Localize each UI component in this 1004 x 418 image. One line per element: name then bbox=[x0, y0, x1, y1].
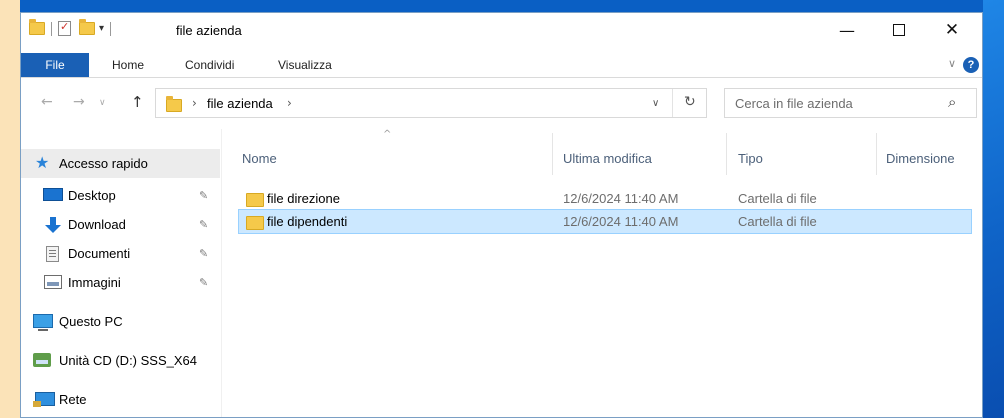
file-name: file dipendenti bbox=[267, 214, 348, 229]
address-bar[interactable]: › file azienda › ∨ ↻ bbox=[155, 88, 707, 118]
sidebar-item-label: Unità CD (D:) SSS_X64 bbox=[59, 353, 197, 368]
pc-icon bbox=[33, 314, 53, 331]
column-header-size[interactable]: Dimensione bbox=[886, 145, 955, 173]
column-header-modified[interactable]: Ultima modifica bbox=[563, 145, 652, 173]
ribbon-tabs: File Home Condividi Visualizza ∨ ? bbox=[21, 53, 982, 78]
back-arrow-icon[interactable]: ← bbox=[41, 94, 53, 110]
tab-share[interactable]: Condividi bbox=[185, 53, 234, 77]
file-list: ^ Nome Ultima modifica Tipo Dimensione f… bbox=[231, 129, 976, 417]
quick-access-toolbar: ▾ bbox=[29, 19, 117, 36]
maximize-icon bbox=[893, 24, 905, 36]
window-title: file azienda bbox=[176, 23, 242, 38]
address-dropdown-icon[interactable]: ∨ bbox=[652, 98, 659, 109]
sort-ascending-icon: ^ bbox=[383, 129, 392, 140]
sidebar-item-cd-drive[interactable]: Unità CD (D:) SSS_X64 bbox=[21, 346, 220, 375]
folder-icon bbox=[166, 96, 182, 112]
desktop-icon bbox=[43, 188, 63, 201]
address-separator bbox=[672, 89, 673, 117]
sidebar-item-documents[interactable]: Documenti ✎ bbox=[21, 239, 220, 268]
sidebar-item-label: Desktop bbox=[68, 188, 116, 203]
column-separator[interactable] bbox=[552, 133, 553, 175]
search-icon[interactable]: ⌕ bbox=[948, 93, 956, 111]
file-explorer-window: ▾ file azienda — ✕ File Home Condividi V… bbox=[20, 12, 983, 418]
breadcrumb-item[interactable]: file azienda bbox=[207, 96, 273, 111]
tab-home[interactable]: Home bbox=[112, 53, 144, 77]
sidebar-item-pictures[interactable]: Immagini ✎ bbox=[21, 268, 220, 297]
search-input[interactable] bbox=[725, 89, 950, 117]
network-icon bbox=[33, 392, 55, 407]
close-icon: ✕ bbox=[944, 20, 960, 40]
column-header-type[interactable]: Tipo bbox=[738, 145, 763, 173]
customize-toolbar-icon[interactable]: ▾ bbox=[99, 23, 104, 34]
cd-drive-icon bbox=[33, 353, 51, 367]
pin-icon: ✎ bbox=[199, 276, 209, 289]
search-box[interactable]: ⌕ bbox=[724, 88, 977, 118]
table-row[interactable]: file dipendenti 12/6/2024 11:40 AM Carte… bbox=[238, 209, 972, 234]
sidebar-item-label: Accesso rapido bbox=[59, 156, 148, 171]
tab-view[interactable]: Visualizza bbox=[278, 53, 332, 77]
help-icon[interactable]: ? bbox=[963, 57, 979, 73]
pin-icon: ✎ bbox=[199, 247, 209, 260]
file-name: file direzione bbox=[267, 191, 340, 206]
forward-arrow-icon[interactable]: → bbox=[73, 94, 85, 110]
column-separator[interactable] bbox=[876, 133, 877, 175]
sidebar-item-network[interactable]: Rete bbox=[21, 385, 220, 414]
file-modified: 12/6/2024 11:40 AM bbox=[563, 214, 679, 229]
sidebar-item-label: Immagini bbox=[68, 275, 121, 290]
pin-icon: ✎ bbox=[199, 189, 209, 202]
title-bar[interactable]: ▾ file azienda — ✕ bbox=[21, 13, 982, 47]
folder-icon bbox=[29, 19, 45, 35]
pictures-icon bbox=[44, 275, 62, 289]
sidebar-item-label: Download bbox=[68, 217, 126, 232]
star-icon: ★ bbox=[35, 153, 50, 172]
desktop-background-left bbox=[0, 0, 20, 418]
tab-file[interactable]: File bbox=[21, 53, 89, 77]
sidebar-item-download[interactable]: Download ✎ bbox=[21, 210, 220, 239]
minimize-icon: — bbox=[839, 20, 855, 40]
refresh-icon[interactable]: ↻ bbox=[684, 94, 696, 110]
column-separator[interactable] bbox=[726, 133, 727, 175]
breadcrumb-chevron-icon[interactable]: › bbox=[192, 96, 197, 110]
minimize-button[interactable]: — bbox=[824, 13, 870, 47]
file-type: Cartella di file bbox=[738, 191, 817, 206]
desktop-background-right bbox=[983, 0, 1004, 418]
sidebar-item-this-pc[interactable]: Questo PC bbox=[21, 307, 220, 336]
table-row[interactable]: file direzione 12/6/2024 11:40 AM Cartel… bbox=[238, 186, 972, 211]
recent-locations-icon[interactable]: ∨ bbox=[99, 98, 106, 108]
up-arrow-icon[interactable]: ↑ bbox=[131, 93, 144, 111]
toolbar-separator bbox=[110, 21, 112, 36]
expand-ribbon-icon[interactable]: ∨ bbox=[948, 57, 956, 70]
navigation-bar: ← → ∨ ↑ › file azienda › ∨ ↻ ⌕ bbox=[21, 83, 982, 123]
file-modified: 12/6/2024 11:40 AM bbox=[563, 191, 679, 206]
download-icon bbox=[45, 217, 61, 233]
close-button[interactable]: ✕ bbox=[929, 13, 975, 47]
sidebar-item-label: Rete bbox=[59, 392, 87, 407]
maximize-button[interactable] bbox=[876, 13, 922, 47]
breadcrumb-chevron-icon[interactable]: › bbox=[287, 96, 292, 110]
sidebar-item-quick-access[interactable]: ★ Accesso rapido bbox=[21, 149, 220, 178]
navigation-pane: ★ Accesso rapido Desktop ✎ Download ✎ Do… bbox=[21, 129, 222, 417]
toolbar-separator bbox=[51, 21, 52, 36]
sidebar-item-desktop[interactable]: Desktop ✎ bbox=[21, 181, 220, 210]
pin-icon: ✎ bbox=[199, 218, 209, 231]
sidebar-item-label: Documenti bbox=[68, 246, 131, 261]
folder-icon bbox=[246, 193, 264, 207]
column-header-name[interactable]: Nome bbox=[242, 145, 277, 173]
new-folder-icon[interactable] bbox=[79, 19, 95, 35]
documents-icon bbox=[46, 246, 59, 262]
file-type: Cartella di file bbox=[738, 214, 817, 229]
folder-icon bbox=[246, 216, 264, 230]
properties-icon[interactable] bbox=[58, 20, 71, 36]
sidebar-item-label: Questo PC bbox=[59, 314, 123, 329]
